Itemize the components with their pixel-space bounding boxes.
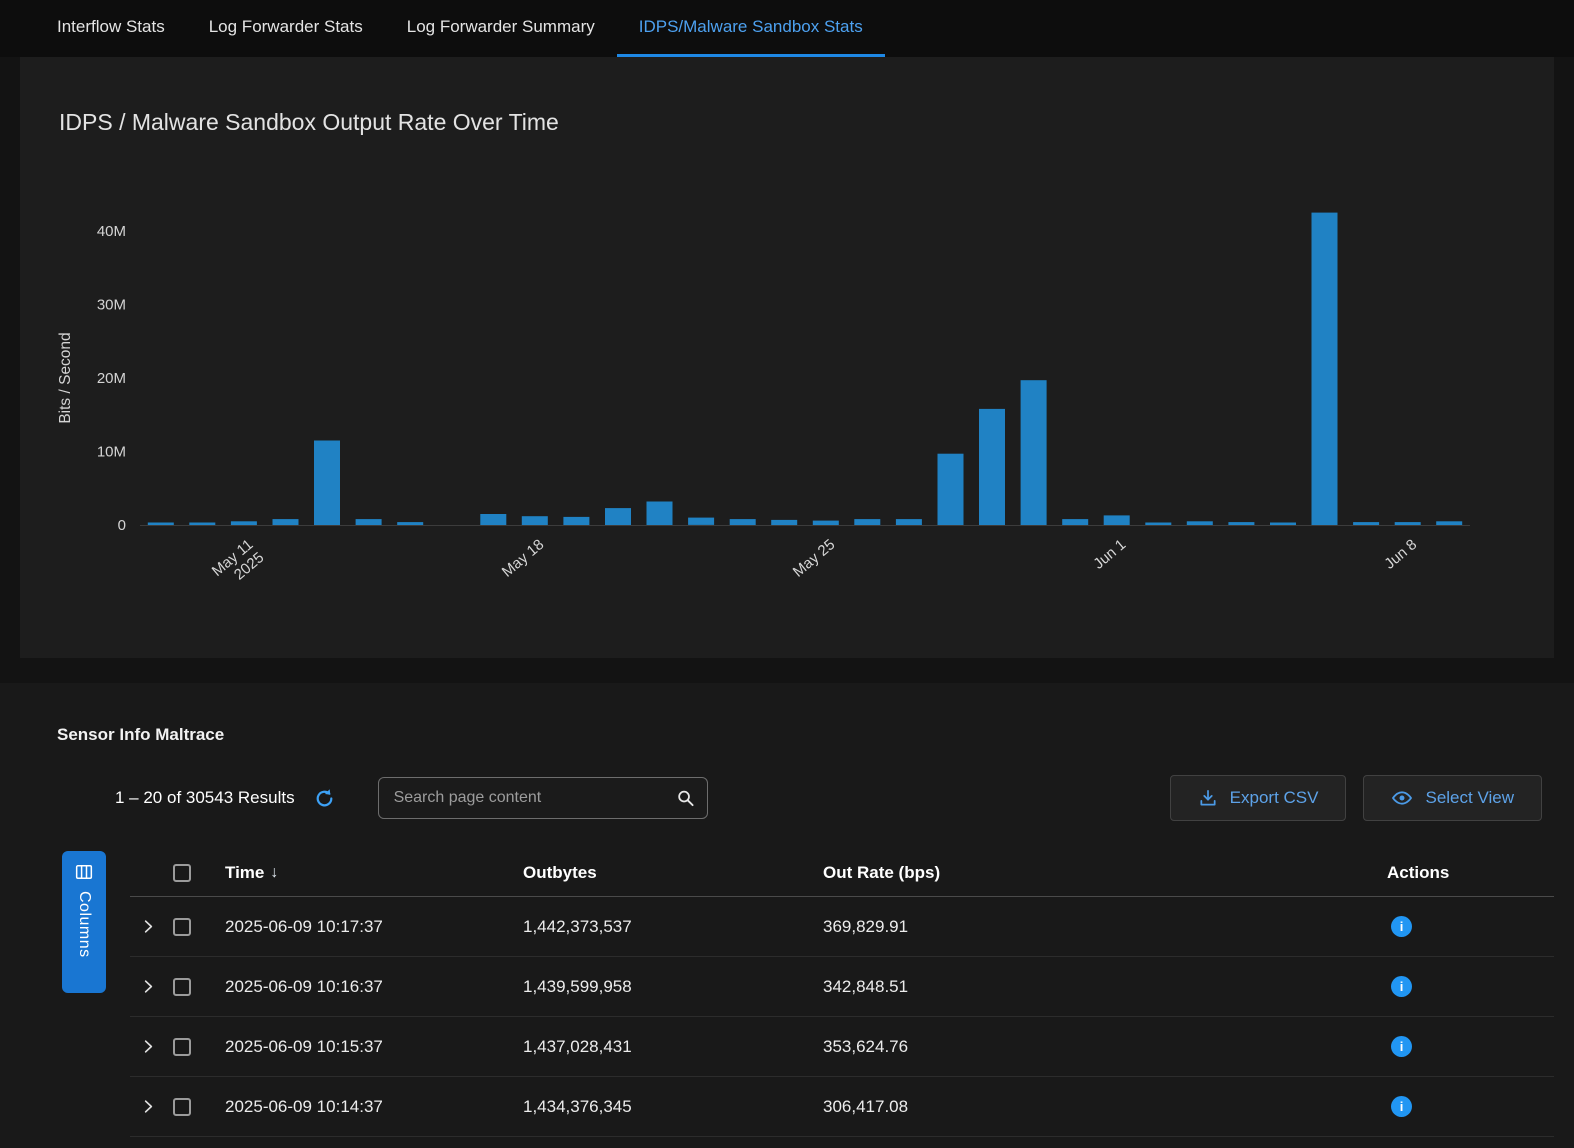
- time-cell: 2025-06-09 10:14:37: [225, 1097, 523, 1117]
- select-view-label: Select View: [1425, 788, 1514, 808]
- row-expand-chevron-icon[interactable]: [130, 918, 170, 935]
- table-row: 2025-06-09 10:15:371,437,028,431353,624.…: [130, 1017, 1554, 1077]
- svg-text:10M: 10M: [97, 444, 126, 461]
- svg-text:0: 0: [118, 517, 126, 534]
- search-box: [378, 777, 708, 819]
- results-summary: 1 – 20 of 30543 Results: [115, 788, 295, 808]
- export-csv-button[interactable]: Export CSV: [1170, 775, 1347, 821]
- time-cell: 2025-06-09 10:15:37: [225, 1037, 523, 1057]
- table-toolbar: 1 – 20 of 30543 Results Export CSV: [20, 775, 1554, 821]
- search-input[interactable]: [378, 777, 708, 819]
- info-icon[interactable]: i: [1391, 916, 1412, 937]
- tab-log-forwarder-stats[interactable]: Log Forwarder Stats: [187, 0, 385, 57]
- header-checkbox-cell: [170, 863, 225, 883]
- tab-bar: Interflow Stats Log Forwarder Stats Log …: [0, 0, 1574, 57]
- outbytes-cell: 1,437,028,431: [523, 1037, 823, 1057]
- table-row: 2025-06-09 10:16:371,439,599,958342,848.…: [130, 957, 1554, 1017]
- refresh-button[interactable]: [313, 787, 336, 810]
- svg-text:Jun 1: Jun 1: [1090, 536, 1129, 573]
- svg-text:40M: 40M: [97, 223, 126, 240]
- out-rate-cell: 342,848.51: [823, 977, 1387, 997]
- row-expand-chevron-icon[interactable]: [130, 978, 170, 995]
- row-checkbox[interactable]: [173, 918, 191, 936]
- outbytes-cell: 1,434,376,345: [523, 1097, 823, 1117]
- row-expand-chevron-icon[interactable]: [130, 1038, 170, 1055]
- svg-text:May 18: May 18: [499, 536, 548, 581]
- header-time[interactable]: Time ↓: [225, 863, 523, 883]
- chart-panel: IDPS / Malware Sandbox Output Rate Over …: [20, 57, 1554, 658]
- columns-button-label: Columns: [75, 891, 93, 958]
- eye-icon: [1391, 787, 1413, 809]
- output-rate-bar-chart: Bits / Second010M20M30M40MMay 112025May …: [40, 164, 1534, 634]
- tab-interflow-stats[interactable]: Interflow Stats: [35, 0, 187, 57]
- columns-button[interactable]: Columns: [62, 851, 106, 993]
- svg-text:May 25: May 25: [790, 536, 839, 581]
- header-outbytes[interactable]: Outbytes: [523, 863, 823, 883]
- outbytes-cell: 1,442,373,537: [523, 917, 823, 937]
- info-icon[interactable]: i: [1391, 1096, 1412, 1117]
- time-cell: 2025-06-09 10:17:37: [225, 917, 523, 937]
- tab-log-forwarder-summary[interactable]: Log Forwarder Summary: [385, 0, 617, 57]
- out-rate-cell: 306,417.08: [823, 1097, 1387, 1117]
- info-icon[interactable]: i: [1391, 976, 1412, 997]
- row-checkbox[interactable]: [173, 1038, 191, 1056]
- select-all-checkbox[interactable]: [173, 864, 191, 882]
- sensor-info-panel: Sensor Info Maltrace 1 – 20 of 30543 Res…: [0, 683, 1574, 1148]
- download-icon: [1198, 788, 1218, 808]
- row-expand-chevron-icon[interactable]: [130, 1098, 170, 1115]
- select-view-button[interactable]: Select View: [1363, 775, 1542, 821]
- svg-text:20M: 20M: [97, 370, 126, 387]
- svg-text:Bits / Second: Bits / Second: [57, 332, 74, 423]
- columns-icon: [74, 862, 94, 882]
- header-out-rate[interactable]: Out Rate (bps): [823, 863, 1387, 883]
- table-body: 2025-06-09 10:17:371,442,373,537369,829.…: [130, 897, 1554, 1137]
- results-table: Time ↓ Outbytes Out Rate (bps) Actions 2…: [130, 849, 1554, 1137]
- out-rate-cell: 369,829.91: [823, 917, 1387, 937]
- row-checkbox[interactable]: [173, 1098, 191, 1116]
- svg-text:Jun 8: Jun 8: [1381, 536, 1420, 573]
- info-icon[interactable]: i: [1391, 1036, 1412, 1057]
- table-row: 2025-06-09 10:17:371,442,373,537369,829.…: [130, 897, 1554, 957]
- table-area: Columns Time ↓ Outbytes Out Rate (bps) A…: [20, 849, 1554, 1137]
- table-row: 2025-06-09 10:14:371,434,376,345306,417.…: [130, 1077, 1554, 1137]
- header-actions: Actions: [1387, 863, 1554, 883]
- refresh-icon: [313, 787, 336, 810]
- out-rate-cell: 353,624.76: [823, 1037, 1387, 1057]
- export-csv-label: Export CSV: [1230, 788, 1319, 808]
- svg-text:30M: 30M: [97, 297, 126, 314]
- sort-desc-icon[interactable]: ↓: [270, 864, 278, 882]
- time-cell: 2025-06-09 10:16:37: [225, 977, 523, 997]
- outbytes-cell: 1,439,599,958: [523, 977, 823, 997]
- row-checkbox[interactable]: [173, 978, 191, 996]
- search-icon[interactable]: [676, 789, 695, 808]
- tab-idps-malware-sandbox-stats[interactable]: IDPS/Malware Sandbox Stats: [617, 0, 885, 57]
- section-title: Sensor Info Maltrace: [57, 725, 1554, 745]
- chart-title: IDPS / Malware Sandbox Output Rate Over …: [59, 107, 1534, 138]
- table-header-row: Time ↓ Outbytes Out Rate (bps) Actions: [130, 849, 1554, 897]
- header-time-label: Time: [225, 863, 264, 883]
